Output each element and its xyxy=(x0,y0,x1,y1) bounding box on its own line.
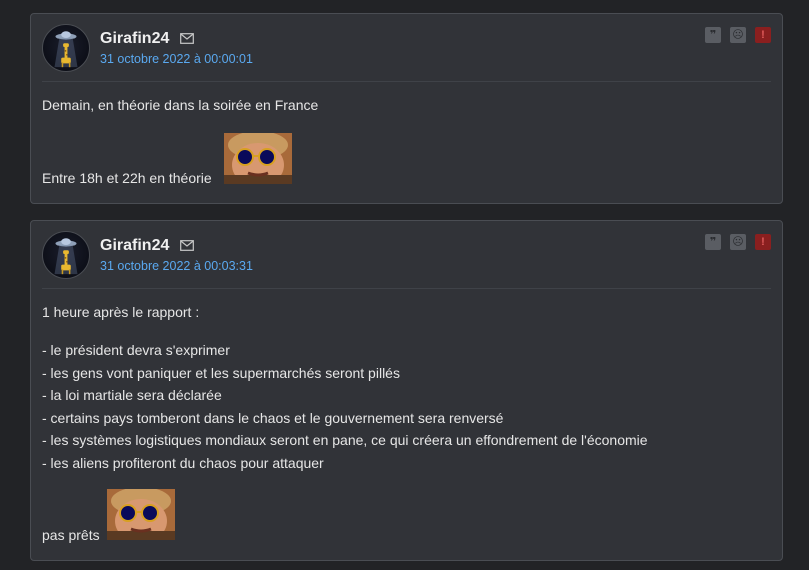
list-item: - les gens vont paniquer et les supermar… xyxy=(42,364,400,381)
post-date[interactable]: 31 octobre 2022 à 00:03:31 xyxy=(100,259,253,273)
sunglasses-man-sticker-icon xyxy=(224,133,292,184)
report-button[interactable]: ! xyxy=(755,27,771,43)
quote-button[interactable]: ❞ xyxy=(705,234,721,250)
list-item: - le président devra s'exprimer xyxy=(42,342,230,358)
post-text-line: pas prêts xyxy=(42,527,100,543)
mail-icon[interactable] xyxy=(180,33,194,44)
avatar[interactable] xyxy=(42,231,90,279)
sad-button[interactable]: ☹ xyxy=(730,27,746,43)
divider xyxy=(42,81,771,82)
ufo-giraffe-avatar-icon xyxy=(54,31,78,68)
post-actions: ❞ ☹ ! xyxy=(705,234,771,250)
report-button[interactable]: ! xyxy=(755,234,771,250)
divider xyxy=(42,288,771,289)
username[interactable]: Girafin24 xyxy=(100,237,169,255)
ufo-giraffe-avatar-icon xyxy=(54,238,78,275)
post-actions: ❞ ☹ ! xyxy=(705,27,771,43)
sad-button[interactable]: ☹ xyxy=(730,234,746,250)
list-item: - la loi martiale sera déclarée xyxy=(42,387,222,403)
post-date[interactable]: 31 octobre 2022 à 00:00:01 xyxy=(100,52,253,66)
sunglasses-man-sticker-icon xyxy=(107,489,175,540)
list-item: - les aliens profiteront du chaos pour a… xyxy=(42,454,324,471)
post-text-line: Demain, en théorie dans la soirée en Fra… xyxy=(42,97,319,113)
forum-post: Girafin24 31 octobre 2022 à 00:00:01 ❞ ☹… xyxy=(30,13,783,204)
avatar[interactable] xyxy=(42,24,90,72)
quote-button[interactable]: ❞ xyxy=(705,27,721,43)
list-item: - les systèmes logistiques mondiaux sero… xyxy=(42,432,648,448)
username[interactable]: Girafin24 xyxy=(100,30,169,48)
post-list: - le président devra s'exprimer - les ge… xyxy=(42,339,648,474)
forum-post: Girafin24 31 octobre 2022 à 00:03:31 ❞ ☹… xyxy=(30,220,783,561)
post-text-line: 1 heure après le rapport : xyxy=(42,304,200,320)
list-item: - certains pays tomberont dans le chaos … xyxy=(42,409,504,426)
mail-icon[interactable] xyxy=(180,240,194,251)
forum-page: Girafin24 31 octobre 2022 à 00:00:01 ❞ ☹… xyxy=(0,0,809,570)
post-text-line: Entre 18h et 22h en théorie xyxy=(42,170,212,186)
